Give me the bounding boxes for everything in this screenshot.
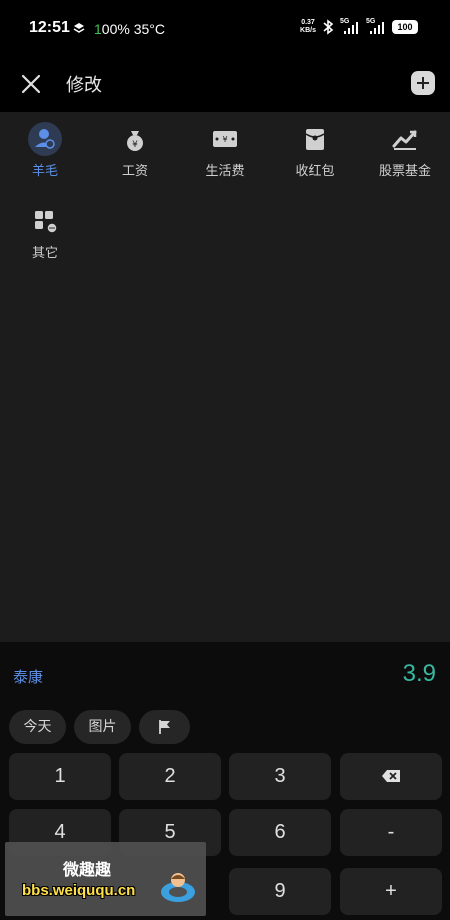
category-label: 其它 xyxy=(31,246,58,261)
watermark-title: 微趣趣 xyxy=(63,860,112,879)
status-bar: 12:51 100% 35°C 0.37 KB/s 5G 5G 100 xyxy=(0,0,450,58)
status-temperature: 35°C xyxy=(133,21,165,37)
add-icon[interactable] xyxy=(411,71,435,95)
layers-icon xyxy=(73,23,85,33)
flag-icon xyxy=(158,720,170,734)
key-1[interactable]: 1 xyxy=(9,753,111,800)
status-right-group: 0.37 KB/s 5G 5G 100 xyxy=(300,18,418,36)
signal-icon: 5G xyxy=(366,18,386,36)
battery-icon: 100 xyxy=(392,20,418,34)
key-3[interactable]: 3 xyxy=(229,753,331,800)
image-chip[interactable]: 图片 xyxy=(74,710,131,744)
category-salary[interactable]: ¥ 工资 xyxy=(90,112,180,182)
red-envelope-icon xyxy=(305,129,325,150)
signal-label: 5G xyxy=(366,18,376,25)
category-stocks-funds[interactable]: 股票基金 xyxy=(360,112,450,182)
category-grid: 羊毛 ¥ 工资 ¥ 生活费 收红包 股票基金 其它 xyxy=(0,112,450,642)
money-bag-icon: ¥ xyxy=(127,131,143,151)
category-label: 羊毛 xyxy=(31,164,58,179)
watermark-logo: 微趣趣 bbs.weiququ.cn xyxy=(5,842,206,916)
other-grid-icon xyxy=(35,211,58,234)
backspace-icon xyxy=(382,770,400,782)
key-minus[interactable]: - xyxy=(340,809,442,856)
status-time: 12:51 xyxy=(29,19,70,36)
key-plus[interactable]: + xyxy=(340,868,442,915)
signal-label: 5G xyxy=(340,18,350,25)
date-chip[interactable]: 今天 xyxy=(9,710,66,744)
svg-text:¥: ¥ xyxy=(222,135,227,144)
close-icon[interactable] xyxy=(20,73,42,95)
category-living-expenses[interactable]: ¥ 生活费 xyxy=(180,112,270,182)
category-other[interactable]: 其它 xyxy=(0,194,90,264)
person-icon xyxy=(28,122,62,156)
key-2[interactable]: 2 xyxy=(119,753,221,800)
status-battery-temp: 100% 35°C xyxy=(94,21,165,37)
net-speed: 0.37 KB/s xyxy=(300,19,316,35)
category-label: 生活费 xyxy=(205,164,245,179)
status-battery-percent: 00% xyxy=(101,21,130,37)
amount-display: 3.9 xyxy=(402,660,436,687)
category-label: 工资 xyxy=(121,164,148,179)
flag-chip[interactable] xyxy=(139,710,190,744)
key-6[interactable]: 6 xyxy=(229,809,331,856)
category-yangmao[interactable]: 羊毛 xyxy=(0,112,90,182)
key-9[interactable]: 9 xyxy=(229,868,331,915)
category-label: 股票基金 xyxy=(378,164,431,179)
net-speed-value: 0.37 xyxy=(301,19,315,26)
svg-text:¥: ¥ xyxy=(132,140,138,150)
swim-ring-icon xyxy=(161,873,195,902)
signal-icon: 5G xyxy=(340,18,360,36)
net-speed-unit: KB/s xyxy=(300,27,316,34)
page-title: 修改 xyxy=(66,75,102,96)
note-text[interactable]: 泰康 xyxy=(13,666,43,687)
watermark-url: bbs.weiququ.cn xyxy=(22,882,136,899)
banknote-icon: ¥ xyxy=(213,131,237,147)
top-app-bar: 修改 xyxy=(0,58,450,112)
bluetooth-icon xyxy=(323,19,334,35)
status-battery-lead: 1 xyxy=(94,21,102,37)
stock-chart-icon xyxy=(392,130,417,150)
category-label: 收红包 xyxy=(295,164,335,179)
category-red-envelope[interactable]: 收红包 xyxy=(270,112,360,182)
key-backspace[interactable] xyxy=(340,753,442,800)
